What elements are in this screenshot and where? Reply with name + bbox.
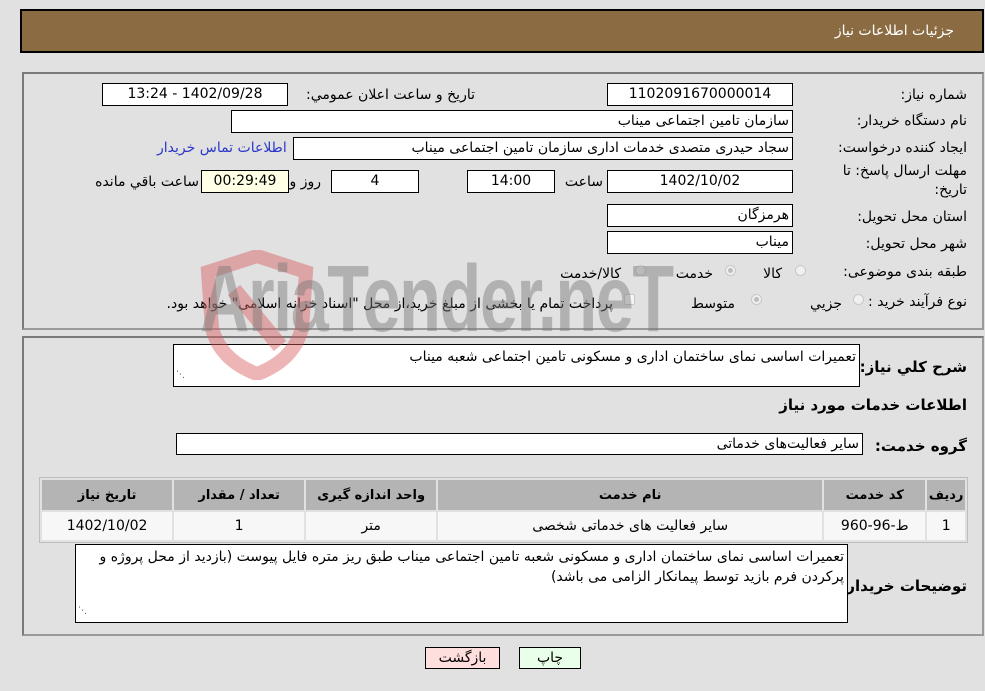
treasury-note: پرداخت تمام یا بخشی از مبلغ خرید،از محل … [166,296,613,312]
cell-unit: متر [306,512,437,540]
col-quantity: تعداد / مقدار [174,480,305,510]
service-group-field: سایر فعالیت‌های خدماتی [176,433,863,455]
buyer-org-field: سازمان تامین اجتماعی میناب [231,110,793,133]
process-type-label: نوع فرآیند خرید : [868,294,967,310]
resize-grip-icon[interactable]: ⋰ [176,365,185,385]
category-goods-radio[interactable] [795,265,806,276]
announce-date-field: 1402/09/28 - 13:24 [102,83,288,106]
deadline-label: مهلت ارسال پاسخ: تا [842,163,967,179]
cell-quantity: 1 [174,512,305,540]
resize-grip-icon[interactable]: ⋰ [78,601,87,621]
days-label: روز و [289,174,322,190]
category-label: طبقه بندی موضوعی: [843,264,967,280]
category-service-label: خدمت [675,266,713,282]
cell-row-number: 1 [927,512,965,540]
col-row-number: ردیف [927,480,965,510]
category-goods-service-radio[interactable] [635,265,646,276]
summary-textarea[interactable]: تعمیرات اساسی نمای ساختمان اداری و مسکون… [173,344,860,387]
province-label: استان محل تحویل: [857,209,967,225]
city-field: میناب [607,231,793,254]
time-remaining-label: ساعت باقي مانده [95,174,199,190]
process-medium-label: متوسط [691,296,735,312]
services-table: ردیف کد خدمت نام خدمت واحد اندازه گیری ت… [39,477,968,543]
city-label: شهر محل تحویل: [865,236,967,252]
service-group-label: گروه خدمت: [874,437,967,455]
buyer-notes-label: توضیحات خریدار: [840,577,967,595]
summary-label: شرح كلي نياز: [859,358,967,376]
province-field: هرمزگان [607,204,793,227]
col-service-code: کد خدمت [824,480,926,510]
category-goods-service-label: کالا/خدمت [560,266,621,282]
buyer-notes-textarea[interactable]: تعمیرات اساسی نمای ساختمان اداری و مسکون… [75,544,848,623]
process-medium-radio[interactable] [751,294,762,305]
col-unit: واحد اندازه گیری [306,480,437,510]
table-header-row: ردیف کد خدمت نام خدمت واحد اندازه گیری ت… [42,480,965,510]
category-goods-label: کالا [763,266,782,282]
deadline-time-label: ساعت [564,174,603,190]
process-minor-label: جزيي [810,296,842,312]
cell-service-name: سایر فعالیت های خدماتی شخصی [438,512,823,540]
buyer-org-label: نام دستگاه خریدار: [856,113,967,129]
table-row: 1 ط-96-960 سایر فعالیت های خدماتی شخصی م… [42,512,965,540]
services-heading: اطلاعات خدمات مورد نیاز [779,396,967,414]
summary-text: تعمیرات اساسی نمای ساختمان اداری و مسکون… [409,349,856,365]
category-service-radio[interactable] [725,265,736,276]
creator-label: ایجاد کننده درخواست: [838,140,967,156]
deadline-date-field: 1402/10/02 [607,170,793,193]
days-remaining-field: 4 [331,170,419,193]
cell-service-code: ط-96-960 [824,512,926,540]
print-button[interactable]: چاپ [519,647,581,669]
col-service-name: نام خدمت [438,480,823,510]
time-remaining-field: 00:29:49 [201,170,289,193]
treasury-payment-checkbox[interactable] [624,294,635,305]
col-need-date: تاریخ نیاز [42,480,173,510]
cell-need-date: 1402/10/02 [42,512,173,540]
buyer-contact-link[interactable]: اطلاعات تماس خریدار [157,140,287,156]
deadline-time-field: 14:00 [467,170,555,193]
deadline-label-date: تاریخ: [934,182,967,198]
process-minor-radio[interactable] [853,294,864,305]
page-title: جزئیات اطلاعات نیاز [834,23,954,39]
page-header: جزئیات اطلاعات نیاز [20,9,984,53]
need-number-label: شماره نیاز: [900,87,968,103]
need-number-field: 1102091670000014 [607,83,793,106]
back-button[interactable]: بازگشت [425,647,500,669]
creator-field: سجاد حیدری متصدی خدمات اداری سازمان تامی… [293,137,793,160]
announce-date-label: تاریخ و ساعت اعلان عمومي: [306,87,475,103]
buyer-notes-text: تعمیرات اساسی نمای ساختمان اداری و مسکون… [99,549,844,585]
